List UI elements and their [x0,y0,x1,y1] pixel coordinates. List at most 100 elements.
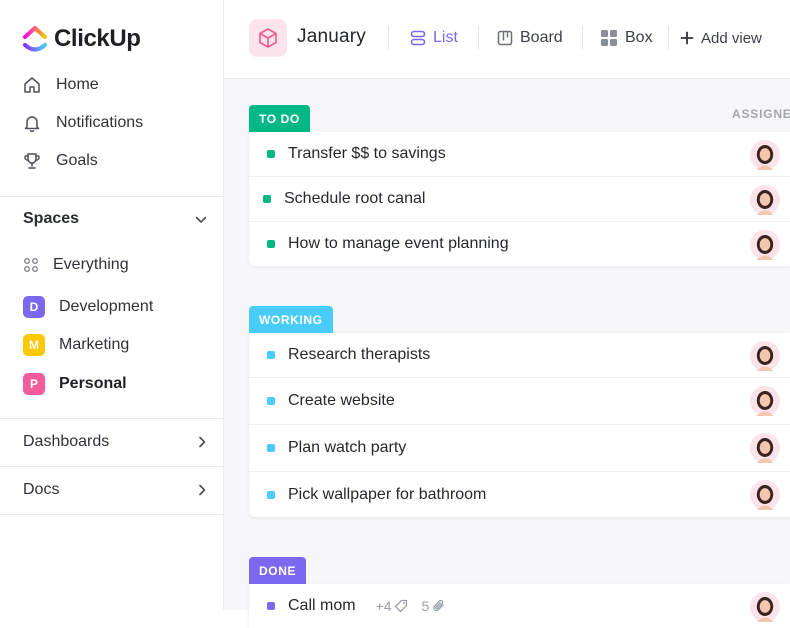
nav-item-home[interactable]: Home [22,72,99,98]
status-pill-working[interactable]: WORKING [249,306,333,333]
task-meta: +4 5 [376,598,447,614]
space-label: Everything [53,256,129,273]
task-name[interactable]: Transfer $$ to savings [288,145,446,163]
task-name[interactable]: Pick wallpaper for bathroom [288,486,486,504]
tab-label: Board [520,29,563,46]
page-title: January [297,26,366,47]
tab-label: Box [625,29,653,46]
chevron-right-icon [199,484,206,496]
avatar[interactable] [750,140,780,170]
nav-item-notifications[interactable]: Notifications [22,110,143,136]
tags-count[interactable]: +4 [376,598,408,614]
task-name[interactable]: Call mom [288,597,356,615]
header-divider [582,26,583,50]
status-dot[interactable] [267,351,275,359]
space-item-marketing[interactable]: M Marketing [23,332,129,358]
tags-count-value: +4 [375,598,392,614]
clickup-logo[interactable]: ClickUp [22,22,141,56]
task-group-done: Call mom +4 5 [249,584,790,628]
header-divider [668,26,669,50]
clickup-logo-icon [22,25,48,52]
status-dot[interactable] [267,150,275,158]
tab-label: List [433,29,458,46]
nav-item-label: Goals [56,152,98,169]
tab-box[interactable]: Box [600,27,653,49]
add-view-label: Add view [701,29,762,47]
avatar[interactable] [750,341,780,371]
paperclip-icon [433,599,444,612]
space-label: Marketing [59,336,130,353]
sidebar-item-dashboards[interactable]: Dashboards [23,429,209,455]
sidebar-divider [0,514,223,515]
bell-icon [22,113,42,133]
space-item-personal[interactable]: P Personal [23,371,127,397]
status-dot[interactable] [267,490,275,499]
attachments-count[interactable]: 5 [422,598,447,614]
sidebar-divider [0,196,223,197]
header-divider [388,26,389,50]
space-badge: P [23,373,45,395]
task-row[interactable]: Call mom +4 5 [249,584,790,628]
sidebar-divider [0,466,223,467]
cube-icon [249,19,287,57]
header-divider [478,26,479,50]
box-grid-icon [600,29,618,47]
avatar[interactable] [750,592,780,622]
task-row[interactable]: Research therapists [249,333,790,377]
space-badge: D [23,296,45,318]
tag-icon [394,599,407,613]
task-name[interactable]: Create website [288,392,395,410]
space-item-development[interactable]: D Development [23,294,153,320]
status-dot[interactable] [267,397,275,405]
task-name[interactable]: Schedule root canal [284,190,425,208]
sidebar-item-docs[interactable]: Docs [23,477,209,503]
status-pill-todo[interactable]: TO DO [249,105,310,132]
avatar[interactable] [750,185,780,215]
task-row[interactable]: Create website [249,377,790,424]
nav-item-label: Home [56,76,99,93]
task-row[interactable]: How to manage event planning [249,221,790,266]
task-row[interactable]: Plan watch party [249,424,790,471]
status-dot[interactable] [267,602,275,610]
chevron-down-icon[interactable] [191,210,211,230]
status-dot[interactable] [267,444,275,452]
status-dot[interactable] [267,240,275,248]
task-row[interactable]: Pick wallpaper for bathroom [249,471,790,517]
space-item-everything[interactable]: Everything [23,252,129,278]
task-group-working: Research therapists Create website Plan … [249,333,790,517]
space-label: Development [59,298,154,315]
status-pill-done[interactable]: DONE [249,557,307,584]
sidebar-item-label: Docs [23,481,60,498]
view-header: January List Board Box Add view [224,0,790,79]
nav-item-label: Notifications [56,114,144,131]
plus-icon [680,31,694,45]
sidebar-item-label: Dashboards [23,433,110,450]
column-header-assignee[interactable]: ASSIGNEE [732,107,790,121]
board-icon [497,30,513,46]
list-icon [410,30,426,46]
avatar[interactable] [750,230,780,260]
avatar[interactable] [750,433,780,463]
attachments-count-value: 5 [421,598,430,614]
nav-item-goals[interactable]: Goals [22,148,98,174]
task-name[interactable]: How to manage event planning [288,235,509,253]
task-group-todo: Transfer $$ to savings Schedule root can… [249,132,790,266]
sidebar: ClickUp Home Notifications Goals Spaces … [0,0,224,610]
grid-dots-icon [23,257,39,273]
chevron-right-icon [199,436,206,448]
sidebar-divider [0,418,223,419]
status-dot[interactable] [263,195,271,203]
avatar[interactable] [750,480,780,510]
space-badge: M [23,334,45,356]
task-row[interactable]: Transfer $$ to savings [249,132,790,176]
trophy-icon [22,151,42,171]
task-row[interactable]: Schedule root canal [249,176,790,221]
avatar[interactable] [750,386,780,416]
space-label: Personal [59,375,127,392]
task-name[interactable]: Plan watch party [288,439,406,457]
task-name[interactable]: Research therapists [288,346,430,364]
add-view-button[interactable]: Add view [680,27,762,49]
tab-list[interactable]: List [410,27,458,49]
tab-board[interactable]: Board [497,27,563,49]
home-icon [22,75,42,95]
